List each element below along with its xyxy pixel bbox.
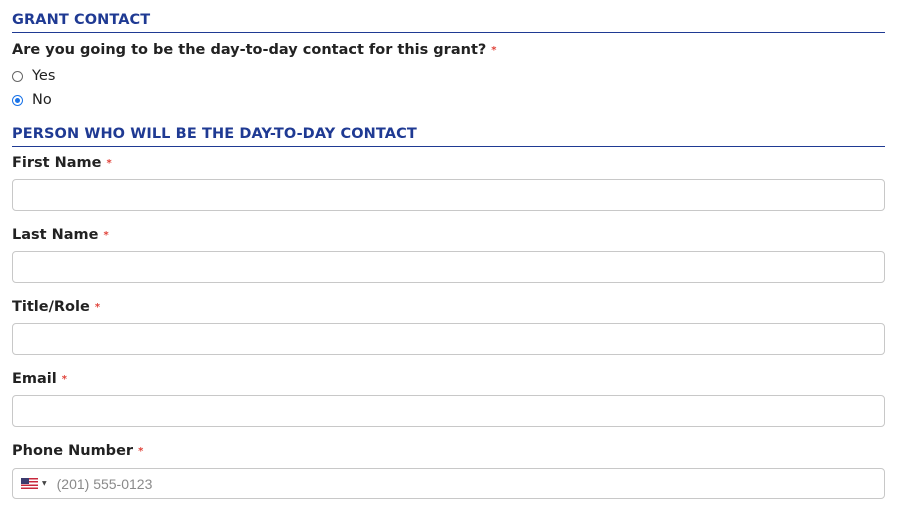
us-flag-icon[interactable] xyxy=(21,478,38,489)
radio-button-no[interactable] xyxy=(12,94,23,106)
last-name-label-text: Last Name xyxy=(12,227,99,243)
email-label-text: Email xyxy=(12,371,57,387)
radio-option-no[interactable]: No xyxy=(12,92,52,108)
phone-number-input[interactable] xyxy=(56,475,837,492)
required-asterisk: * xyxy=(106,158,112,169)
required-asterisk: * xyxy=(61,374,67,385)
required-asterisk: * xyxy=(138,446,144,457)
first-name-label: First Name * xyxy=(12,155,112,171)
title-role-label-text: Title/Role xyxy=(12,299,90,315)
question-day-to-day-contact: Are you going to be the day-to-day conta… xyxy=(12,42,497,58)
section-header-contact-person: PERSON WHO WILL BE THE DAY-TO-DAY CONTAC… xyxy=(12,126,885,147)
email-input[interactable] xyxy=(12,395,885,427)
radio-label-yes[interactable]: Yes xyxy=(32,68,55,84)
phone-number-label-text: Phone Number xyxy=(12,443,134,459)
first-name-input[interactable] xyxy=(12,179,885,211)
phone-number-label: Phone Number * xyxy=(12,443,143,459)
required-asterisk: * xyxy=(491,45,497,56)
title-role-input[interactable] xyxy=(12,323,885,355)
last-name-label: Last Name * xyxy=(12,227,109,243)
radio-button-yes[interactable] xyxy=(12,70,23,82)
last-name-input[interactable] xyxy=(12,251,885,283)
radio-label-no[interactable]: No xyxy=(32,92,52,108)
radio-option-yes[interactable]: Yes xyxy=(12,68,55,84)
required-asterisk: * xyxy=(94,302,101,313)
required-asterisk: * xyxy=(103,230,109,241)
first-name-label-text: First Name xyxy=(12,155,102,171)
title-role-label: Title/Role * xyxy=(12,299,100,315)
country-dropdown-caret-icon[interactable]: ▼ xyxy=(42,480,47,487)
email-label: Email * xyxy=(12,371,67,387)
section-header-grant-contact: GRANT CONTACT xyxy=(12,12,885,33)
phone-number-field: ▼ xyxy=(12,468,885,499)
question-label: Are you going to be the day-to-day conta… xyxy=(12,42,487,58)
